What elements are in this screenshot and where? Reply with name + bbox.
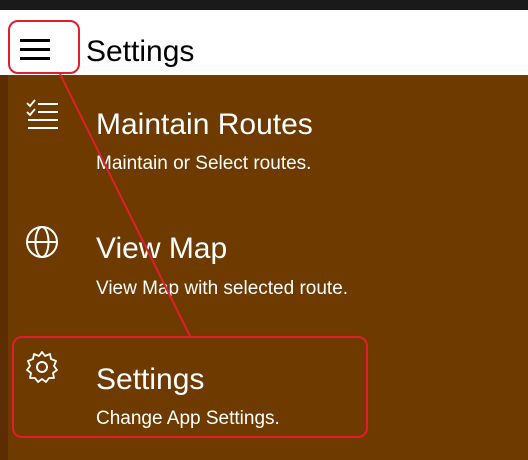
annotation-connector-line [59,73,191,337]
